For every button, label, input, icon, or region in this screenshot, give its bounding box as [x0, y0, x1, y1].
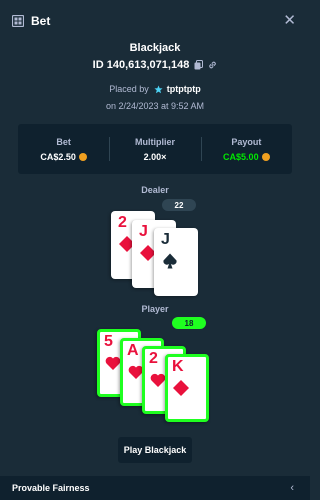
star-icon: [154, 84, 163, 93]
bet-id: ID 140,613,071,148: [92, 59, 190, 71]
stat-payout-label: Payout: [231, 136, 262, 147]
stat-bet-value: CA$2.50: [40, 151, 76, 162]
chevron-left-icon[interactable]: ‹: [290, 482, 294, 494]
provable-fairness-bar[interactable]: Provable Fairness ‹: [0, 476, 310, 500]
dealer-card-rank: J: [139, 223, 148, 240]
bet-slip-icon: [12, 15, 24, 27]
bet-id-row: ID 140,613,071,148: [0, 59, 310, 71]
stat-bet-value-row: CA$2.50: [40, 152, 87, 162]
stat-payout-value-row: CA$5.00: [223, 152, 270, 162]
player-label: Player: [141, 304, 169, 314]
heart-suit-icon: [150, 373, 166, 387]
modal-header: Bet ✕: [0, 0, 310, 42]
player-card-rank: K: [172, 358, 184, 375]
spade-suit-icon: [163, 253, 177, 269]
bet-date: on 2/24/2023 at 9:52 AM: [105, 101, 205, 111]
stat-payout: Payout CA$5.00: [200, 124, 292, 174]
bet-stats-panel: Bet CA$2.50 Multiplier 2.00× Payout CA$5…: [18, 124, 292, 174]
placed-by-row: Placed by tptptptp: [0, 84, 310, 94]
stat-bet-label: Bet: [56, 136, 71, 147]
player-card-rank: 5: [104, 333, 113, 350]
close-icon[interactable]: ✕: [283, 13, 296, 28]
stat-multiplier-label: Multiplier: [134, 136, 175, 147]
modal-title: Bet: [31, 14, 51, 28]
dealer-label: Dealer: [141, 185, 169, 195]
placed-by-label: Placed by: [109, 84, 149, 94]
player-card-rank: 2: [149, 350, 158, 367]
username-link[interactable]: tptptptp: [167, 84, 201, 94]
dealer-score-badge: 22: [162, 199, 196, 211]
stat-multiplier-value: 2.00×: [143, 151, 167, 162]
dealer-card-rank: 2: [118, 214, 127, 231]
link-icon[interactable]: [208, 60, 217, 70]
dealer-card-rank: J: [161, 231, 170, 248]
stat-multiplier: Multiplier 2.00×: [109, 124, 200, 174]
coin-icon: [261, 152, 270, 161]
provable-fairness-label: Provable Fairness: [12, 483, 90, 493]
copy-icon[interactable]: [194, 60, 204, 70]
player-card: K: [165, 354, 209, 422]
dealer-card: J: [154, 228, 198, 296]
heart-suit-icon: [105, 356, 121, 370]
bet-modal: Bet ✕ Blackjack ID 140,613,071,148 Place…: [0, 0, 310, 500]
play-blackjack-button[interactable]: Play Blackjack: [118, 437, 192, 463]
diamond-suit-icon: [173, 380, 189, 396]
player-score-badge: 18: [172, 317, 206, 329]
stat-payout-value: CA$5.00: [223, 151, 259, 162]
player-card-rank: A: [127, 342, 139, 359]
stat-bet: Bet CA$2.50: [18, 124, 109, 174]
coin-icon: [78, 152, 87, 161]
game-title: Blackjack: [129, 42, 181, 54]
